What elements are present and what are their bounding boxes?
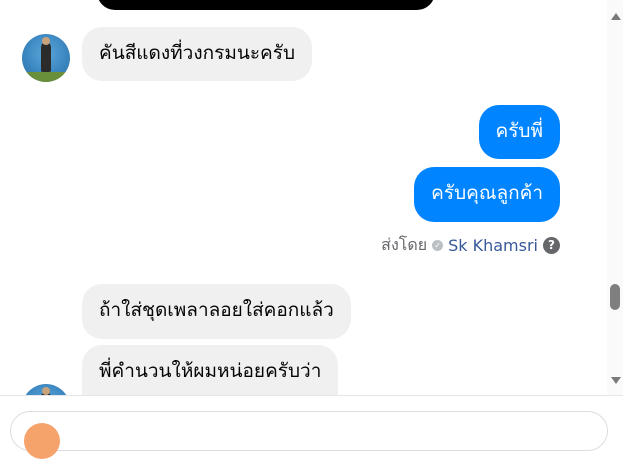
message-composer[interactable] (10, 411, 608, 451)
previous-message-bubble (97, 0, 435, 10)
composer-avatar (24, 423, 60, 459)
scroll-up-arrow-icon[interactable] (611, 13, 621, 20)
help-icon[interactable]: ? (543, 236, 560, 254)
sent-by-name[interactable]: Sk Khamsri (448, 236, 538, 255)
sent-by-indicator: ส่งโดย ✓ Sk Khamsri ? (381, 234, 560, 256)
scrollbar[interactable] (607, 0, 623, 395)
composer-divider (0, 395, 623, 396)
message-bubble-incoming[interactable]: พี่คำนวนให้ผมหน่อยครับว่า (82, 345, 339, 395)
check-icon: ✓ (432, 239, 444, 251)
sender-avatar[interactable] (22, 34, 70, 82)
message-bubble-outgoing[interactable]: ครับพี่ (478, 105, 560, 159)
message-bubble-incoming[interactable]: ถ้าใส่ชุดเพลาลอยใส่คอกแล้ว (82, 284, 351, 339)
message-bubble-outgoing[interactable]: ครับคุณลูกค้า (414, 167, 560, 222)
scrollbar-thumb[interactable] (610, 284, 620, 310)
sender-avatar[interactable] (22, 384, 70, 395)
chat-thread: คันสีแดงที่วงกรมนะครับ ครับพี่ ครับคุณลู… (0, 0, 607, 395)
message-bubble-incoming[interactable]: คันสีแดงที่วงกรมนะครับ (82, 27, 313, 81)
sent-by-label: ส่งโดย (381, 234, 428, 254)
scroll-down-arrow-icon[interactable] (611, 377, 621, 384)
